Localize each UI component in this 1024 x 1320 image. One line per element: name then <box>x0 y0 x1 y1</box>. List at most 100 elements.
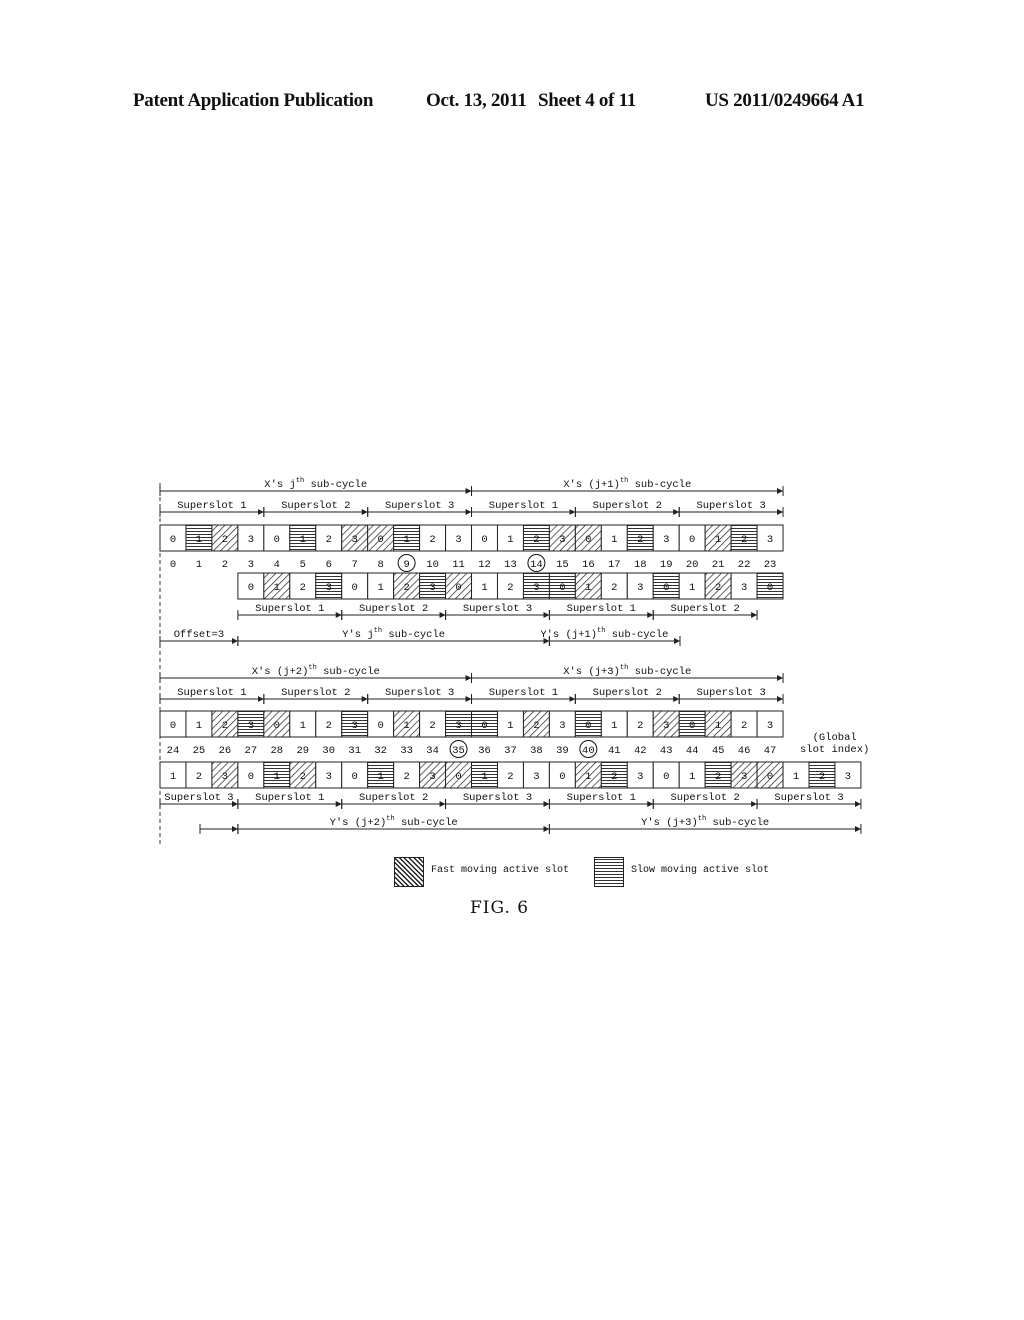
x-slot-value: 2 <box>326 720 332 732</box>
y-superslot-label: Superslot 2 <box>359 792 428 804</box>
y-superslot-label: Superslot 1 <box>255 603 324 615</box>
x-slot-value: 1 <box>715 720 721 732</box>
y-slot-value: 3 <box>326 771 332 783</box>
y-slot-value: 2 <box>300 582 306 594</box>
x-slot-value: 3 <box>559 720 565 732</box>
x-superslot-label: Superslot 2 <box>593 500 662 512</box>
y-slot-value: 0 <box>352 582 358 594</box>
x-slot-value: 2 <box>326 534 332 546</box>
x-slot-value: 2 <box>533 534 539 546</box>
x-slot-value: 0 <box>689 534 695 546</box>
global-slot-index: 24 <box>167 745 180 757</box>
global-slot-index: 46 <box>738 745 751 757</box>
x-superslot-label: Superslot 2 <box>593 687 662 699</box>
y-superslot-label: Superslot 2 <box>671 603 740 615</box>
x-slot-value: 1 <box>300 720 306 732</box>
y-slot-value: 0 <box>248 582 254 594</box>
global-slot-index: 38 <box>530 745 543 757</box>
x-slot-value: 2 <box>741 720 747 732</box>
global-slot-index: 29 <box>296 745 309 757</box>
y-subcycle-label: Y's (j+2)th sub-cycle <box>330 815 458 829</box>
slot-diagram: X's jth sub-cycle X's (j+1)th sub-cycle Su… <box>159 477 862 845</box>
global-slot-index: 6 <box>326 559 332 571</box>
y-slot-value: 2 <box>300 771 306 783</box>
x-slot-value: 3 <box>455 534 461 546</box>
x-slot-value: 0 <box>481 720 487 732</box>
y-slot-value: 2 <box>403 582 409 594</box>
global-slot-index: 2 <box>222 559 228 571</box>
global-slot-index: 13 <box>504 559 517 571</box>
global-slot-index: 28 <box>271 745 284 757</box>
x-slot-value: 0 <box>378 534 384 546</box>
x-superslot-label: Superslot 2 <box>281 500 350 512</box>
global-slot-index: 33 <box>400 745 413 757</box>
legend-fast-swatch <box>394 857 424 887</box>
y-subcycle-label: Y's (j+3)th sub-cycle <box>641 815 769 829</box>
global-slot-index: 18 <box>634 559 647 571</box>
x-superslot-label: Superslot 3 <box>385 687 454 699</box>
y-slot-value: 3 <box>741 582 747 594</box>
x-slot-value: 3 <box>663 720 669 732</box>
global-slot-index: 3 <box>248 559 254 571</box>
global-slot-index: 47 <box>764 745 777 757</box>
y-superslot-label: Superslot 3 <box>164 792 233 804</box>
x-slot-value: 3 <box>248 720 254 732</box>
x-superslot-label: Superslot 1 <box>489 687 558 699</box>
x-slot-value: 2 <box>222 534 228 546</box>
y-slot-value: 0 <box>767 582 773 594</box>
y-slot-value: 0 <box>455 582 461 594</box>
y-slot-value: 1 <box>378 771 384 783</box>
legend-fast-label: Fast moving active slot <box>431 865 570 876</box>
x-slot-value: 3 <box>455 720 461 732</box>
y-slot-value: 2 <box>611 771 617 783</box>
global-slot-index: 40 <box>582 745 595 757</box>
y-slot-value: 2 <box>507 582 513 594</box>
y-subcycle-label: Y's (j+1)th sub-cycle <box>540 627 668 641</box>
global-slot-index: 31 <box>348 745 361 757</box>
y-slot-value: 0 <box>663 771 669 783</box>
x-slot-value: 3 <box>767 534 773 546</box>
y-superslot-label: Superslot 1 <box>567 792 636 804</box>
y-slot-value: 1 <box>689 771 695 783</box>
y-slot-value: 3 <box>845 771 851 783</box>
x-slot-value: 0 <box>585 534 591 546</box>
global-slot-index: 11 <box>452 559 465 571</box>
y-superslot-label: Superslot 1 <box>255 792 324 804</box>
x-superslot-label: Superslot 1 <box>177 687 246 699</box>
x-slot-value: 2 <box>533 720 539 732</box>
x-superslot-label: Superslot 1 <box>177 500 246 512</box>
offset-label: Offset=3 <box>174 629 224 641</box>
y-slot-value: 1 <box>793 771 799 783</box>
legend-slow-label: Slow moving active slot <box>631 865 770 876</box>
x-slot-value: 0 <box>689 720 695 732</box>
global-slot-index: 21 <box>712 559 725 571</box>
x-superslot-label: Superslot 3 <box>696 687 765 699</box>
global-label-line2: slot index) <box>800 744 870 756</box>
y-slot-value: 0 <box>352 771 358 783</box>
global-slot-index: 22 <box>738 559 751 571</box>
global-slot-index: 37 <box>504 745 517 757</box>
global-slot-index: 10 <box>426 559 439 571</box>
y-slot-value: 2 <box>715 771 721 783</box>
x-slot-value: 1 <box>715 534 721 546</box>
x-slot-value: 1 <box>403 534 409 546</box>
global-slot-index: 1 <box>196 559 202 571</box>
x-slot-value: 2 <box>429 720 435 732</box>
y-slot-value: 1 <box>170 771 176 783</box>
y-slot-value: 3 <box>222 771 228 783</box>
y-slot-value: 1 <box>689 582 695 594</box>
x-slot-value: 3 <box>352 534 358 546</box>
y-slot-value: 0 <box>663 582 669 594</box>
x-slot-value: 1 <box>403 720 409 732</box>
y-superslot-label: Superslot 2 <box>671 792 740 804</box>
x-slot-value: 1 <box>507 720 513 732</box>
global-slot-index: 45 <box>712 745 725 757</box>
global-slot-index-label: (Global slot index) <box>800 732 869 756</box>
y-superslot-label: Superslot 1 <box>567 603 636 615</box>
global-slot-index: 17 <box>608 559 621 571</box>
x-slot-value: 1 <box>611 720 617 732</box>
global-slot-index: 36 <box>478 745 491 757</box>
x-slot-value: 3 <box>248 534 254 546</box>
x-slot-value: 0 <box>274 720 280 732</box>
y-slot-value: 0 <box>559 582 565 594</box>
